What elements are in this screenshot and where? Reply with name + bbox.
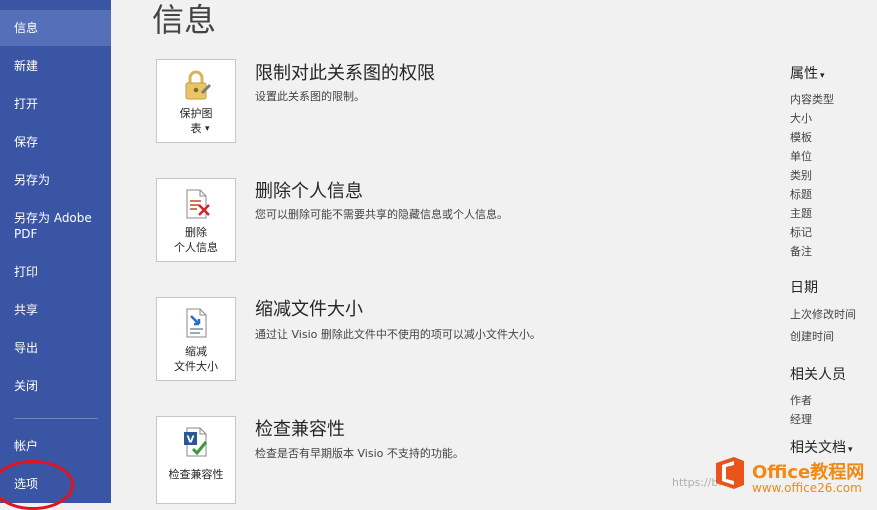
- remove-personal-info-label: 删除 个人信息: [174, 226, 218, 254]
- remove-info-icon: [186, 189, 210, 219]
- nav-open[interactable]: 打开: [0, 96, 111, 112]
- office-logo-icon: [716, 457, 744, 489]
- nav-print[interactable]: 打印: [0, 264, 111, 280]
- watermark-site: www.office26.com: [752, 481, 862, 495]
- svg-text:V: V: [187, 435, 195, 446]
- people-heading: 相关人员: [790, 367, 846, 383]
- dates-heading: 日期: [790, 280, 818, 296]
- check-compatibility-label: 检查兼容性: [168, 468, 224, 481]
- person-manager: 经理: [790, 413, 812, 426]
- reduce-file-size-label: 缩减 文件大小: [174, 345, 218, 373]
- reduce-file-size-button[interactable]: 缩减 文件大小: [156, 297, 236, 381]
- page-title: 信息: [152, 1, 217, 39]
- section-desc: 设置此关系图的限制。: [255, 90, 365, 103]
- property-size: 大小: [790, 112, 812, 125]
- section-desc: 通过让 Visio 删除此文件中不使用的项可以减小文件大小。: [255, 328, 541, 341]
- related-docs-heading[interactable]: 相关文档 ▾: [790, 439, 853, 459]
- nav-export[interactable]: 导出: [0, 340, 111, 356]
- section-title: 检查兼容性: [255, 419, 345, 440]
- property-category: 类别: [790, 169, 812, 182]
- nav-account[interactable]: 帐户: [0, 438, 111, 454]
- date-created: 创建时间: [790, 330, 834, 343]
- backstage-sidebar: 信息 新建 打开 保存 另存为 另存为 Adobe PDF 打印 共享 导出 关…: [0, 0, 111, 503]
- check-compat-icon: V: [184, 427, 208, 457]
- property-template: 模板: [790, 131, 812, 144]
- section-desc: 您可以删除可能不需要共享的隐藏信息或个人信息。: [255, 208, 508, 221]
- chevron-down-icon: ▾: [205, 124, 210, 134]
- date-last-modified: 上次修改时间: [790, 308, 856, 321]
- property-title: 标题: [790, 188, 812, 201]
- chevron-down-icon: ▾: [820, 71, 825, 81]
- property-subject: 主题: [790, 207, 812, 220]
- section-desc: 检查是否有早期版本 Visio 不支持的功能。: [255, 447, 464, 460]
- nav-divider: [14, 418, 98, 419]
- properties-heading-label: 属性: [790, 66, 818, 82]
- person-author: 作者: [790, 394, 812, 407]
- property-units: 单位: [790, 150, 812, 163]
- check-compatibility-button[interactable]: V 检查兼容性: [156, 416, 236, 504]
- lock-icon: [185, 70, 211, 100]
- nav-save-as-pdf[interactable]: 另存为 Adobe PDF: [0, 210, 111, 242]
- section-title: 限制对此关系图的权限: [255, 63, 435, 84]
- nav-share[interactable]: 共享: [0, 302, 111, 318]
- property-comments: 备注: [790, 245, 812, 258]
- nav-close[interactable]: 关闭: [0, 378, 111, 394]
- reduce-size-icon: [186, 308, 207, 338]
- property-tags: 标记: [790, 226, 812, 239]
- nav-new[interactable]: 新建: [0, 58, 111, 74]
- properties-heading[interactable]: 属性 ▾: [790, 65, 825, 85]
- nav-save-as[interactable]: 另存为: [0, 172, 111, 188]
- section-title: 缩减文件大小: [255, 299, 363, 320]
- remove-personal-info-button[interactable]: 删除 个人信息: [156, 178, 236, 262]
- related-docs-label: 相关文档: [790, 440, 846, 456]
- chevron-down-icon: ▾: [848, 445, 853, 455]
- property-content-type: 内容类型: [790, 93, 834, 106]
- nav-save[interactable]: 保存: [0, 134, 111, 150]
- section-title: 删除个人信息: [255, 181, 363, 202]
- protect-diagram-button[interactable]: 保护图 表 ▾: [156, 59, 236, 143]
- nav-info[interactable]: 信息: [0, 10, 111, 46]
- protect-diagram-label: 保护图 表: [179, 107, 213, 135]
